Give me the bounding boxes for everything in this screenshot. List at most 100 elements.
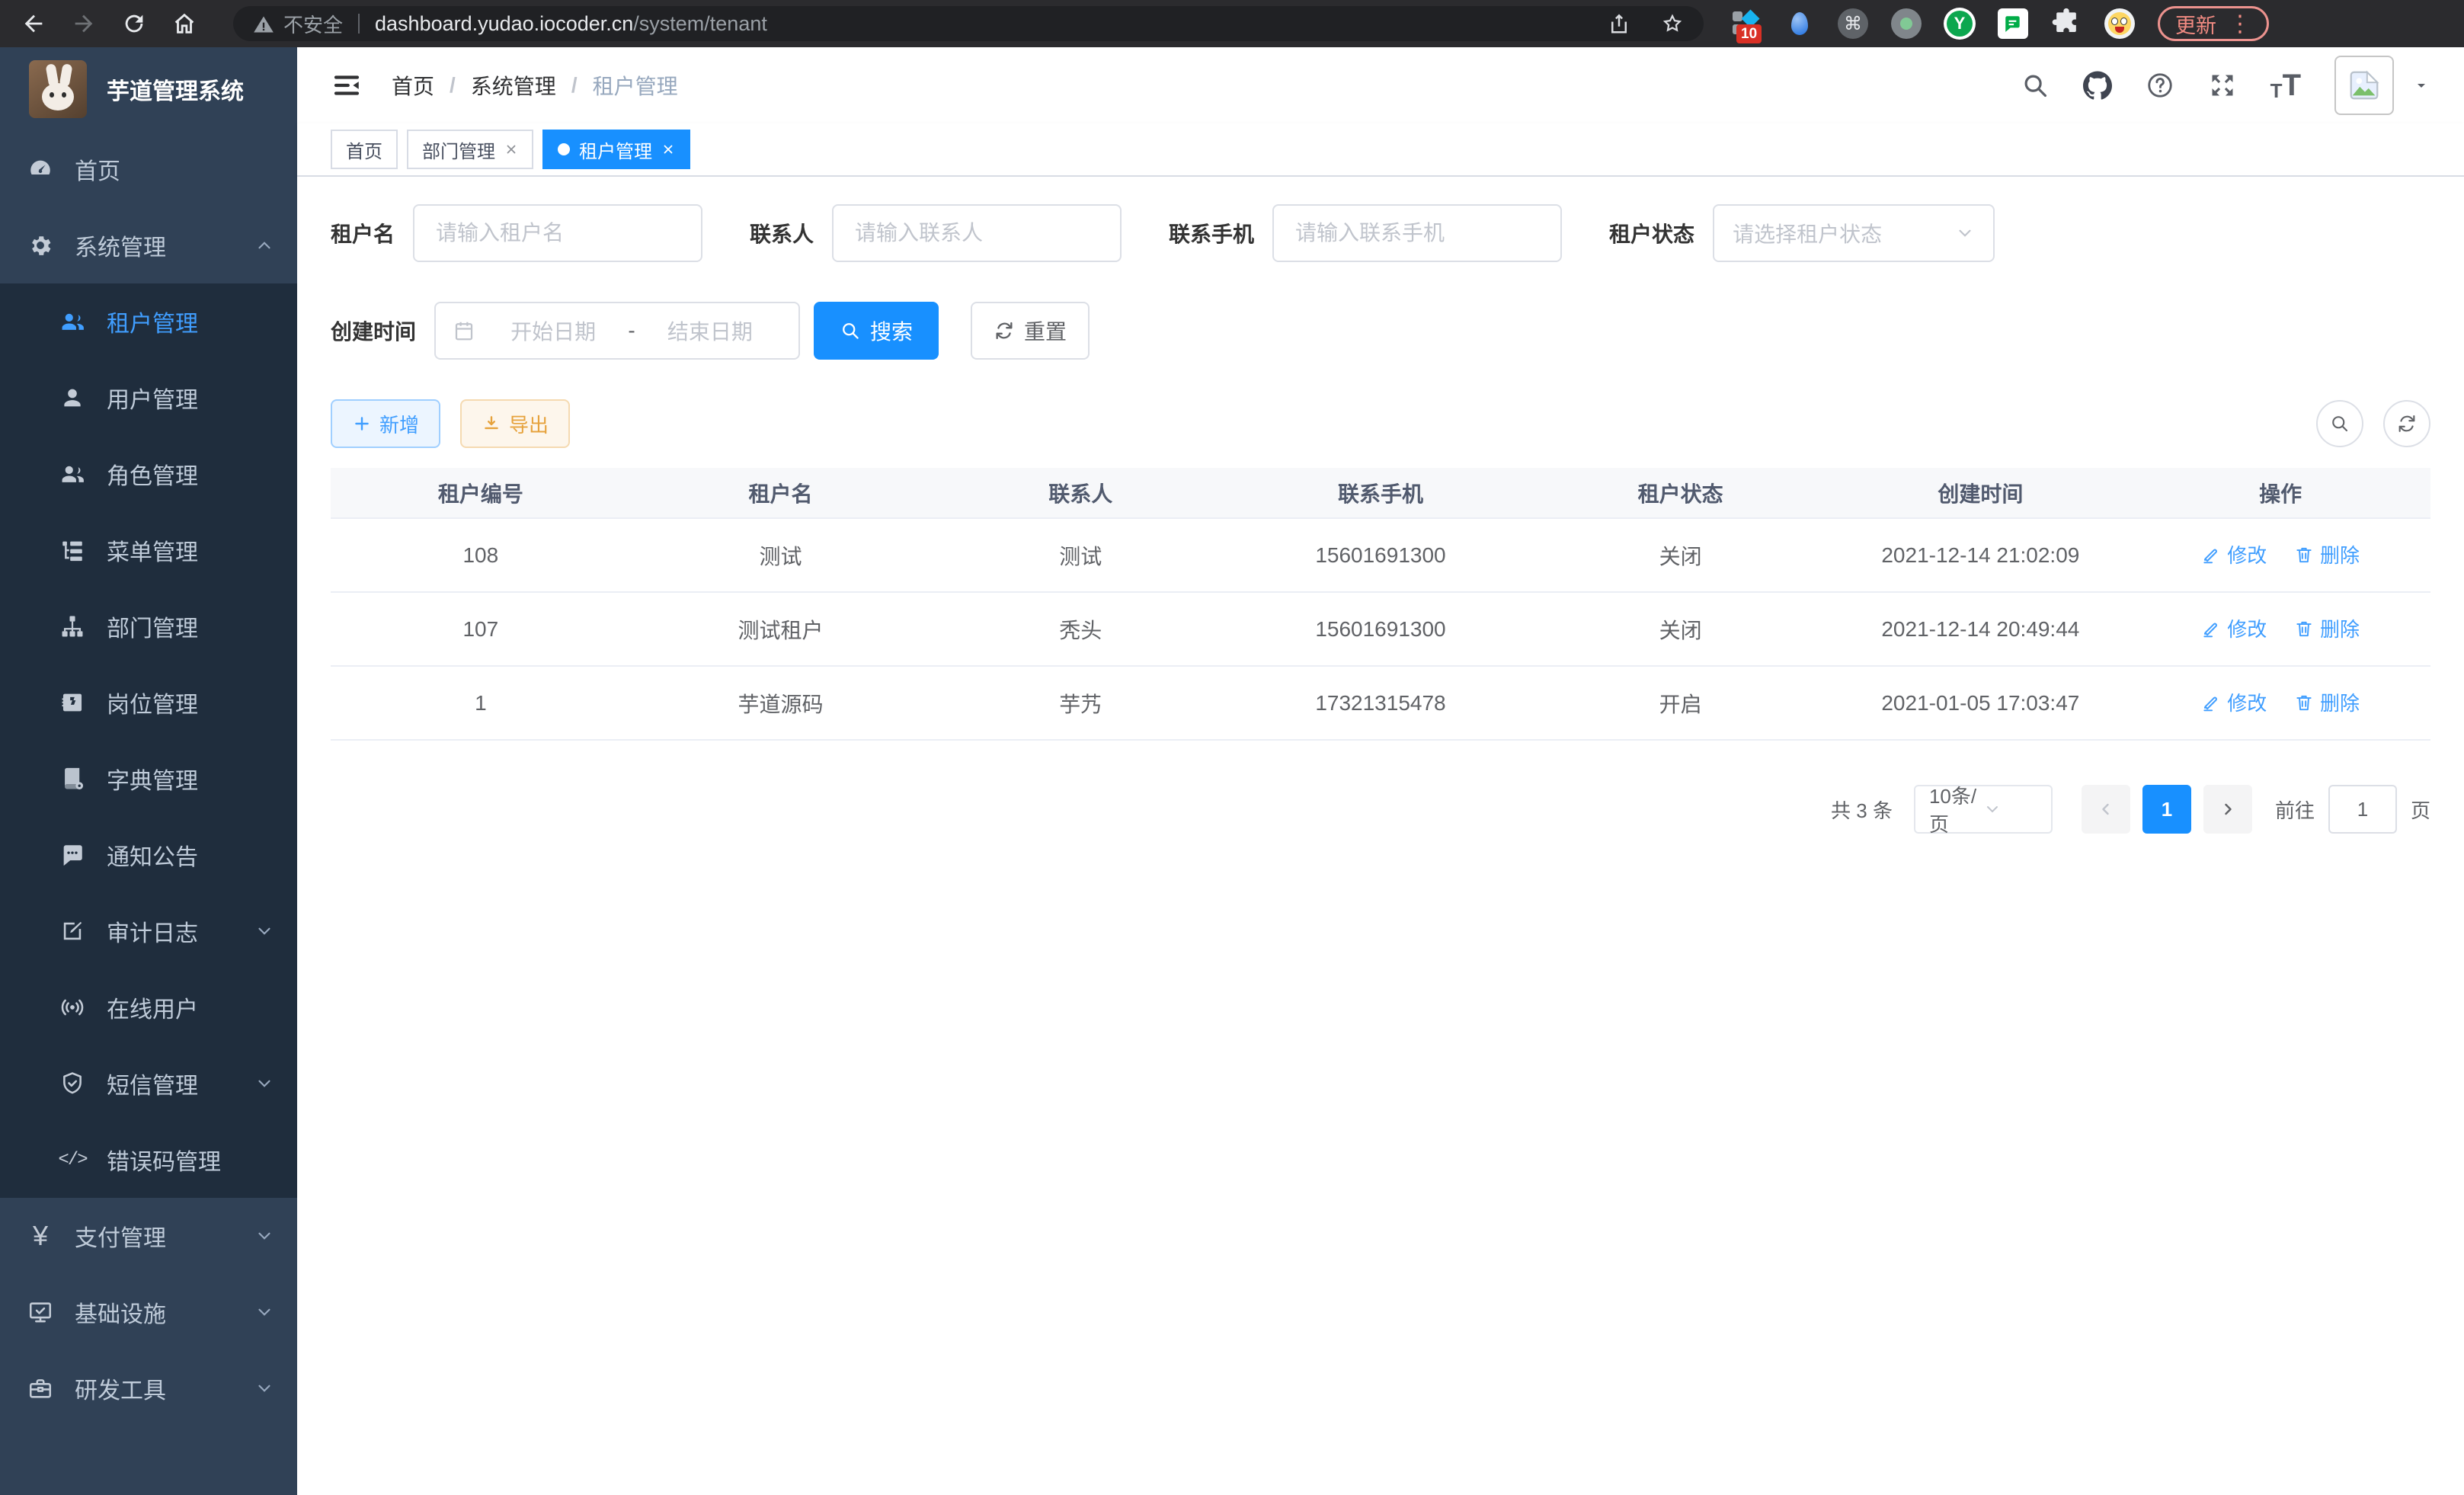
sidebar-item-tenant[interactable]: 租户管理 bbox=[0, 283, 297, 360]
sidebar-item-devtools[interactable]: 研发工具 bbox=[0, 1350, 297, 1426]
breadcrumb-separator: / bbox=[571, 73, 578, 98]
sidebar-item-label: 首页 bbox=[75, 152, 120, 186]
contact-input[interactable] bbox=[832, 204, 1122, 262]
sidebar-item-menu[interactable]: 菜单管理 bbox=[0, 512, 297, 588]
export-button-label: 导出 bbox=[509, 410, 549, 438]
dashboard-icon bbox=[26, 156, 55, 182]
table-row: 108 测试 测试 15601691300 关闭 2021-12-14 21:0… bbox=[331, 518, 2430, 592]
tab-tenant[interactable]: 租户管理 bbox=[542, 130, 690, 169]
sidebar-logo-row[interactable]: 芋道管理系统 bbox=[0, 47, 297, 131]
browser-menu-icon[interactable] bbox=[2229, 11, 2251, 37]
help-icon[interactable] bbox=[2146, 71, 2174, 100]
extension-record-icon[interactable] bbox=[1890, 7, 1923, 40]
breadcrumb-home[interactable]: 首页 bbox=[392, 70, 434, 101]
table-header-row: 租户编号 租户名 联系人 联系手机 租户状态 创建时间 操作 bbox=[331, 468, 2430, 518]
extension-balloon-icon[interactable] bbox=[1783, 7, 1816, 40]
status-select[interactable]: 请选择租户状态 bbox=[1713, 204, 1995, 262]
export-button[interactable]: 导出 bbox=[460, 399, 570, 448]
extension-tampermonkey-icon[interactable]: 10 bbox=[1730, 7, 1763, 40]
edit-link[interactable]: 修改 bbox=[2201, 540, 2267, 568]
github-icon[interactable] bbox=[2083, 71, 2112, 100]
cell-actions: 修改 删除 bbox=[2130, 518, 2430, 592]
sidebar-item-role[interactable]: 角色管理 bbox=[0, 436, 297, 512]
header-search-icon[interactable] bbox=[2021, 71, 2050, 100]
browser-forward-icon[interactable] bbox=[64, 5, 104, 42]
next-page-button[interactable] bbox=[2203, 785, 2252, 834]
browser-back-icon[interactable] bbox=[14, 5, 53, 42]
end-date-placeholder[interactable]: 结束日期 bbox=[638, 315, 782, 346]
prev-page-button[interactable] bbox=[2082, 785, 2130, 834]
page-size-select[interactable]: 10条/页 bbox=[1914, 785, 2053, 834]
sidebar-item-system[interactable]: 系统管理 bbox=[0, 207, 297, 283]
sidebar-item-dict[interactable]: 字典管理 bbox=[0, 741, 297, 817]
refresh-button[interactable] bbox=[2383, 400, 2430, 447]
sidebar-item-online-users[interactable]: 在线用户 bbox=[0, 969, 297, 1045]
edit-link[interactable]: 修改 bbox=[2201, 688, 2267, 716]
top-navbar: 首页 / 系统管理 / 租户管理 bbox=[297, 47, 2464, 123]
page-content: 租户名 联系人 联系手机 租户状态 请选择租户状态 bbox=[297, 177, 2464, 1495]
bookmark-star-icon[interactable] bbox=[1661, 12, 1684, 35]
extension-command-icon[interactable] bbox=[1836, 7, 1870, 40]
edit-link[interactable]: 修改 bbox=[2201, 614, 2267, 642]
delete-link[interactable]: 删除 bbox=[2294, 614, 2360, 642]
close-icon[interactable] bbox=[504, 142, 518, 156]
browser-home-icon[interactable] bbox=[165, 5, 204, 42]
start-date-placeholder[interactable]: 开始日期 bbox=[482, 315, 625, 346]
sidebar-item-dept[interactable]: 部门管理 bbox=[0, 588, 297, 664]
sidebar-item-user[interactable]: 用户管理 bbox=[0, 360, 297, 436]
delete-link[interactable]: 删除 bbox=[2294, 688, 2360, 716]
sidebar-item-notice[interactable]: 通知公告 bbox=[0, 817, 297, 893]
sidebar-item-home[interactable]: 首页 bbox=[0, 131, 297, 207]
mobile-input[interactable] bbox=[1272, 204, 1562, 262]
search-button[interactable]: 搜索 bbox=[814, 302, 939, 360]
fullscreen-icon[interactable] bbox=[2208, 71, 2237, 100]
cell-tenant-id: 107 bbox=[331, 592, 631, 666]
reset-button-label: 重置 bbox=[1024, 315, 1067, 346]
tenant-table: 租户编号 租户名 联系人 联系手机 租户状态 创建时间 操作 108 测试 bbox=[331, 468, 2430, 741]
tenant-name-input[interactable] bbox=[413, 204, 702, 262]
date-range-picker[interactable]: 开始日期 - 结束日期 bbox=[434, 302, 800, 360]
user-icon bbox=[58, 385, 87, 411]
user-avatar[interactable] bbox=[2334, 56, 2394, 115]
sidebar-item-infra[interactable]: 基础设施 bbox=[0, 1274, 297, 1350]
menu-tree-icon bbox=[58, 537, 87, 563]
reset-button[interactable]: 重置 bbox=[971, 302, 1090, 360]
extension-chat-icon[interactable] bbox=[1996, 7, 2030, 40]
security-warning-icon[interactable] bbox=[253, 14, 274, 34]
extension-badge: 10 bbox=[1736, 24, 1762, 43]
delete-link[interactable]: 删除 bbox=[2294, 540, 2360, 568]
address-bar[interactable]: 不安全 dashboard.yudao.iocoder.cn /system/t… bbox=[233, 6, 1704, 41]
table-row: 1 芋道源码 芋艿 17321315478 开启 2021-01-05 17:0… bbox=[331, 666, 2430, 740]
sidebar-collapse-icon[interactable] bbox=[331, 69, 363, 101]
page-number-1[interactable]: 1 bbox=[2142, 785, 2191, 834]
shield-check-icon bbox=[58, 1071, 87, 1096]
extension-emoji-icon[interactable] bbox=[2103, 7, 2136, 40]
address-bar-actions bbox=[1608, 12, 1684, 35]
tags-view-bar: 首页 部门管理 租户管理 bbox=[297, 123, 2464, 177]
browser-update-button[interactable]: 更新 bbox=[2158, 6, 2269, 41]
notice-comment-icon bbox=[58, 842, 87, 868]
goto-page-input[interactable] bbox=[2328, 785, 2397, 834]
filter-row-1: 租户名 联系人 联系手机 租户状态 请选择租户状态 bbox=[331, 204, 2430, 262]
cell-contact: 测试 bbox=[930, 518, 1230, 592]
browser-reload-icon[interactable] bbox=[114, 5, 154, 42]
extensions-puzzle-icon[interactable] bbox=[2050, 7, 2083, 40]
toggle-search-button[interactable] bbox=[2316, 400, 2363, 447]
extension-y-icon[interactable]: Y bbox=[1943, 7, 1976, 40]
avatar-caret-icon[interactable] bbox=[2412, 76, 2430, 94]
tab-dept[interactable]: 部门管理 bbox=[407, 130, 533, 169]
sidebar-item-error-code[interactable]: 错误码管理 bbox=[0, 1122, 297, 1198]
sidebar-item-audit-log[interactable]: 审计日志 bbox=[0, 893, 297, 969]
mobile-label: 联系手机 bbox=[1169, 218, 1254, 248]
tab-home[interactable]: 首页 bbox=[331, 130, 398, 169]
add-button[interactable]: 新增 bbox=[331, 399, 440, 448]
sidebar-item-pay[interactable]: 支付管理 bbox=[0, 1198, 297, 1274]
breadcrumb-system[interactable]: 系统管理 bbox=[471, 70, 556, 101]
sidebar-item-sms[interactable]: 短信管理 bbox=[0, 1045, 297, 1122]
font-size-icon[interactable] bbox=[2270, 70, 2301, 101]
sidebar-item-post[interactable]: 岗位管理 bbox=[0, 664, 297, 741]
share-icon[interactable] bbox=[1608, 12, 1630, 35]
close-icon[interactable] bbox=[661, 142, 675, 156]
create-time-label: 创建时间 bbox=[331, 315, 416, 346]
url-host: dashboard.yudao.iocoder.cn bbox=[375, 12, 633, 36]
